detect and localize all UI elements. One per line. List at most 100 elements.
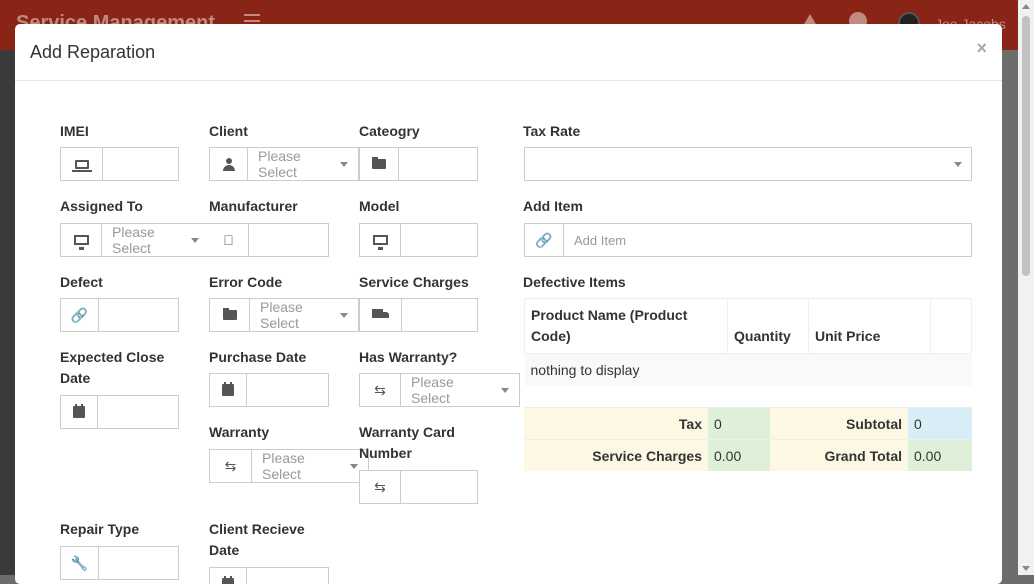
expected-close-date-field: Expected Close Date (60, 347, 180, 389)
tax-value: 0 (708, 407, 770, 439)
retweet-icon: ⇆ (359, 470, 401, 504)
tax-rate-select[interactable] (524, 147, 972, 181)
client-recieve-date-input[interactable] (247, 567, 329, 584)
model-label: Model (359, 198, 400, 214)
warranty-select[interactable]: Please Select (252, 449, 369, 483)
client-recieve-date-field: Client Recieve Date (209, 519, 329, 561)
purchase-date-label: Purchase Date (209, 349, 307, 365)
retweet-icon: ⇆ (359, 373, 401, 407)
defect-label: Defect (60, 274, 103, 290)
add-item-input[interactable]: Add Item (564, 223, 972, 257)
service-charges-input[interactable] (402, 298, 478, 332)
purchase-date-group (209, 373, 329, 407)
warranty-card-number-input[interactable] (401, 470, 478, 504)
client-recieve-date-group (209, 567, 329, 584)
client-recieve-date-label: Client Recieve Date (209, 521, 305, 558)
client-group: Please Select (209, 147, 359, 181)
model-input[interactable] (401, 223, 478, 257)
defective-items-field: Defective Items (523, 272, 626, 293)
subtotal-label: Subtotal (770, 407, 908, 439)
subtotal-value: 0 (908, 407, 972, 439)
service-charges-total-value: 0.00 (708, 439, 770, 471)
defect-input[interactable] (99, 298, 179, 332)
table-row: nothing to display (524, 353, 972, 386)
column-header: Unit Price (808, 298, 931, 354)
calendar-icon (60, 395, 98, 429)
scroll-down-arrow-icon[interactable] (1022, 566, 1030, 571)
purchase-date-field: Purchase Date (209, 347, 306, 368)
add-reparation-modal: Add Reparation × IMEI Client Please Sele… (15, 24, 1002, 584)
apple-icon:  (209, 223, 249, 257)
error-code-placeholder: Please Select (260, 299, 303, 331)
imei-input[interactable] (103, 147, 179, 181)
has-warranty-field: Has Warranty? (359, 347, 457, 368)
page-scrollbar[interactable] (1018, 0, 1034, 575)
calendar-icon (209, 567, 247, 584)
model-field: Model (359, 196, 399, 217)
chevron-down-icon (954, 162, 962, 167)
laptop-icon (60, 147, 103, 181)
expected-close-date-input[interactable] (98, 395, 179, 429)
has-warranty-placeholder: Please Select (411, 374, 454, 406)
empty-table-message: nothing to display (524, 353, 972, 386)
repair-type-label: Repair Type (60, 521, 140, 537)
warranty-card-number-field: Warranty Card Number (359, 422, 489, 464)
table-header-row: Product Name (Product Code) Quantity Uni… (524, 298, 972, 354)
column-header: Quantity (727, 298, 809, 354)
add-item-group: 🔗 Add Item (524, 223, 972, 257)
assigned-to-select[interactable]: Please Select (102, 223, 210, 257)
totals-table: Tax 0 Subtotal 0 Service Charges 0.00 Gr… (524, 407, 972, 471)
folder-icon (209, 298, 250, 332)
chevron-down-icon (340, 161, 348, 167)
service-charges-group (359, 298, 478, 332)
client-field: Client (209, 121, 248, 142)
truck-icon (359, 298, 402, 332)
has-warranty-select[interactable]: Please Select (401, 373, 520, 407)
assigned-to-field: Assigned To (60, 196, 143, 217)
warranty-card-number-group: ⇆ (359, 470, 478, 504)
folder-icon (359, 147, 399, 181)
category-field: Cateogry (359, 121, 420, 142)
purchase-date-input[interactable] (247, 373, 329, 407)
assigned-to-placeholder: Please Select (112, 224, 155, 256)
repair-type-field: Repair Type (60, 519, 139, 540)
tax-label: Tax (524, 407, 708, 439)
add-item-field: Add Item (523, 196, 583, 217)
defect-group: 🔗 (60, 298, 179, 332)
monitor-icon (60, 223, 102, 257)
defective-items-label: Defective Items (523, 274, 626, 290)
modal-title: Add Reparation (30, 42, 156, 62)
monitor-icon (359, 223, 401, 257)
calendar-icon (209, 373, 247, 407)
scrollbar-thumb[interactable] (1022, 16, 1030, 276)
warranty-group: ⇆ Please Select (209, 449, 369, 483)
sidebar (0, 50, 15, 575)
error-code-select[interactable]: Please Select (250, 298, 359, 332)
expected-close-date-label: Expected Close Date (60, 349, 165, 386)
tax-rate-field: Tax Rate (523, 121, 580, 142)
imei-label: IMEI (60, 123, 89, 139)
grand-total-label: Grand Total (770, 439, 908, 471)
category-label: Cateogry (359, 123, 420, 139)
close-icon[interactable]: × (976, 38, 987, 59)
has-warranty-label: Has Warranty? (359, 349, 458, 365)
category-input[interactable] (399, 147, 478, 181)
column-header: Product Name (Product Code) (524, 298, 728, 354)
scroll-up-arrow-icon[interactable] (1022, 4, 1030, 9)
category-group (359, 147, 478, 181)
service-charges-field: Service Charges (359, 272, 469, 293)
manufacturer-group:  (209, 223, 329, 257)
client-select[interactable]: Please Select (248, 147, 359, 181)
warranty-card-number-label: Warranty Card Number (359, 424, 455, 461)
model-group (359, 223, 478, 257)
error-code-field: Error Code (209, 272, 282, 293)
manufacturer-input[interactable] (249, 223, 329, 257)
grand-total-value: 0.00 (908, 439, 972, 471)
error-code-group: Please Select (209, 298, 359, 332)
manufacturer-label: Manufacturer (209, 198, 298, 214)
add-item-label: Add Item (523, 198, 583, 214)
error-code-label: Error Code (209, 274, 283, 290)
table-row: Tax 0 Subtotal 0 (524, 407, 972, 439)
modal-header: Add Reparation × (15, 24, 1002, 81)
has-warranty-group: ⇆ Please Select (359, 373, 520, 407)
